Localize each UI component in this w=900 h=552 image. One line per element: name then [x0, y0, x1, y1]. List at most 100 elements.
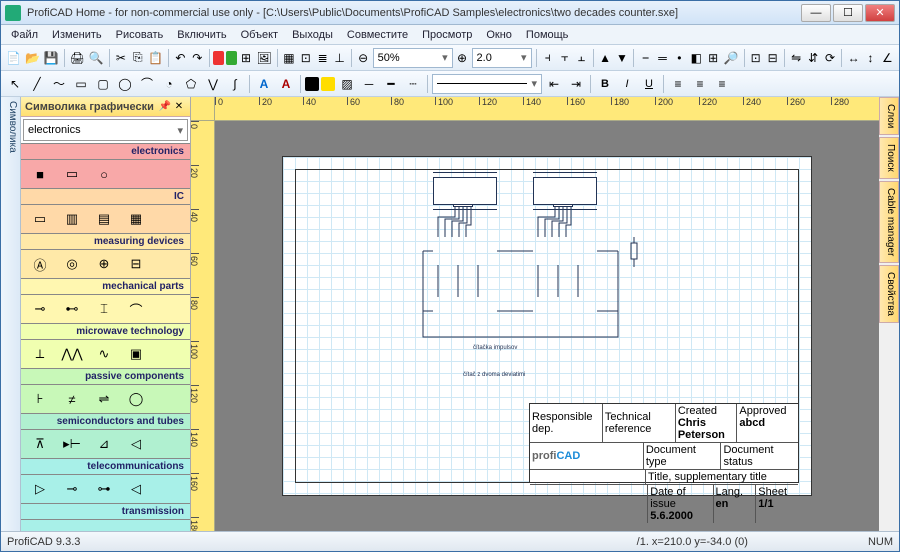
symbol-item[interactable]: ⋀⋀ — [61, 346, 83, 362]
symbol-item[interactable]: ⌒ — [125, 301, 147, 317]
symbol-item[interactable]: ⊦ — [29, 391, 51, 407]
polyline-tool[interactable]: ⋁ — [203, 74, 223, 94]
symbol-item[interactable]: ▸⊢ — [61, 436, 83, 452]
menu-file[interactable]: Файл — [5, 27, 44, 43]
righttab-layers[interactable]: Слои — [879, 97, 899, 135]
group-button[interactable]: ⊡ — [748, 48, 763, 68]
ungroup-button[interactable]: ⊟ — [765, 48, 780, 68]
lw1-tool[interactable]: ─ — [359, 74, 379, 94]
symbol-button[interactable]: ⊞ — [239, 48, 254, 68]
category-select[interactable]: electronics — [23, 119, 188, 141]
netlabel-button[interactable]: ◧ — [689, 48, 704, 68]
align-center-button[interactable]: ⫟ — [557, 48, 572, 68]
symbol-item[interactable]: ◯ — [125, 391, 147, 407]
menu-help[interactable]: Помощь — [520, 27, 575, 43]
ls-tool[interactable]: ┄ — [403, 74, 423, 94]
rect-tool[interactable]: ▭ — [71, 74, 91, 94]
symbol-item[interactable]: ▭ — [61, 166, 83, 182]
symbol-item[interactable]: ≠ — [61, 391, 83, 407]
arrow1-tool[interactable]: ⇤ — [544, 74, 564, 94]
symbol-item[interactable]: ⇌ — [93, 391, 115, 407]
category-header[interactable]: measuring devices — [21, 233, 190, 250]
curve-tool[interactable]: 〜 — [49, 74, 69, 94]
arc-tool[interactable]: ⌒ — [137, 74, 157, 94]
category-header[interactable]: semiconductors and tubes — [21, 413, 190, 430]
bezier-tool[interactable]: ∫ — [225, 74, 245, 94]
minimize-button[interactable]: — — [801, 4, 831, 22]
copy-button[interactable]: ⎘ — [130, 48, 145, 68]
send-back-button[interactable]: ▼ — [615, 48, 630, 68]
save-button[interactable]: 💾 — [43, 48, 60, 68]
align-right-button[interactable]: ⫠ — [574, 48, 589, 68]
layers-button[interactable]: ≣ — [315, 48, 330, 68]
menu-edit[interactable]: Изменить — [46, 27, 108, 43]
menu-view[interactable]: Просмотр — [416, 27, 478, 43]
bus-button[interactable]: ═ — [655, 48, 670, 68]
new-button[interactable]: 📄 — [5, 48, 22, 68]
category-header[interactable]: mechanical parts — [21, 278, 190, 295]
menu-draw[interactable]: Рисовать — [110, 27, 170, 43]
canvas[interactable]: čítačka impulsov čítač z dvoma deviatimi… — [215, 121, 879, 531]
grid-button[interactable]: ▦ — [281, 48, 296, 68]
menu-align[interactable]: Совместите — [341, 27, 414, 43]
linecolor-tool[interactable] — [305, 77, 319, 91]
category-header[interactable]: microwave technology — [21, 323, 190, 340]
symbol-item[interactable]: ▦ — [125, 211, 147, 227]
zoomout-button[interactable]: ⊖ — [356, 48, 371, 68]
symbol-item[interactable]: ◎ — [61, 256, 83, 272]
flip-v-button[interactable]: ⇵ — [806, 48, 821, 68]
dim-a-button[interactable]: ∠ — [880, 48, 895, 68]
ellipse-tool[interactable]: ◯ — [115, 74, 135, 94]
scale-select[interactable]: 2.0 — [472, 48, 532, 68]
arrow2-tool[interactable]: ⇥ — [566, 74, 586, 94]
search-button[interactable]: 🔎 — [723, 48, 740, 68]
redo-button[interactable]: ↷ — [190, 48, 205, 68]
rrect-tool[interactable]: ▢ — [93, 74, 113, 94]
color1-button[interactable] — [213, 51, 224, 65]
flip-h-button[interactable]: ⇋ — [789, 48, 804, 68]
print-button[interactable]: 🖨 — [69, 48, 86, 68]
symbol-item[interactable]: ▥ — [61, 211, 83, 227]
righttab-properties[interactable]: Свойства — [879, 265, 899, 323]
italic-tool[interactable]: I — [617, 74, 637, 94]
cut-button[interactable]: ✂ — [113, 48, 128, 68]
maximize-button[interactable]: ☐ — [833, 4, 863, 22]
pie-tool[interactable]: ◔ — [159, 74, 179, 94]
zoomin-button[interactable]: ⊕ — [455, 48, 470, 68]
symbol-item[interactable]: ⟂ — [29, 346, 51, 362]
category-header[interactable]: telecommunications — [21, 458, 190, 475]
symbol-item[interactable]: ■ — [29, 166, 51, 182]
close-button[interactable]: ✕ — [865, 4, 895, 22]
category-header[interactable]: IC — [21, 188, 190, 205]
open-button[interactable]: 📂 — [24, 48, 41, 68]
pin-icon[interactable]: 📌 — [158, 100, 172, 114]
text2-tool[interactable]: A — [276, 74, 296, 94]
category-header[interactable]: passive components — [21, 368, 190, 385]
menu-insert[interactable]: Включить — [171, 27, 232, 43]
symbol-item[interactable]: ⊸ — [61, 481, 83, 497]
schematic[interactable]: čítačka impulsov čítač z dvoma deviatimi — [363, 177, 703, 377]
text-tool[interactable]: A — [254, 74, 274, 94]
dim-v-button[interactable]: ↕ — [863, 48, 878, 68]
righttab-cable[interactable]: Cable manager — [879, 181, 899, 263]
undo-button[interactable]: ↶ — [173, 48, 188, 68]
category-header[interactable]: electronics — [21, 143, 190, 160]
symbol-item[interactable]: ⊸ — [29, 301, 51, 317]
drawing-sheet[interactable]: čítačka impulsov čítač z dvoma deviatimi… — [282, 156, 812, 496]
category-header[interactable]: transmission — [21, 503, 190, 520]
righttab-search[interactable]: Поиск — [879, 137, 899, 179]
image-button[interactable]: 🖼 — [256, 48, 273, 68]
text-left-tool[interactable]: ≡ — [668, 74, 688, 94]
underline-tool[interactable]: U — [639, 74, 659, 94]
wire-button[interactable]: ⎯ — [638, 48, 653, 68]
ortho-button[interactable]: ⊥ — [332, 48, 347, 68]
text-right-tool[interactable]: ≡ — [712, 74, 732, 94]
menu-outputs[interactable]: Выходы — [286, 27, 339, 43]
symbol-item[interactable]: ◁ — [125, 481, 147, 497]
symbol-item[interactable]: ◁ — [125, 436, 147, 452]
junction-button[interactable]: • — [672, 48, 687, 68]
rotate-button[interactable]: ⟳ — [823, 48, 838, 68]
preview-button[interactable]: 🔍 — [88, 48, 105, 68]
line-tool[interactable]: ╱ — [27, 74, 47, 94]
symbol-item[interactable]: ▷ — [29, 481, 51, 497]
